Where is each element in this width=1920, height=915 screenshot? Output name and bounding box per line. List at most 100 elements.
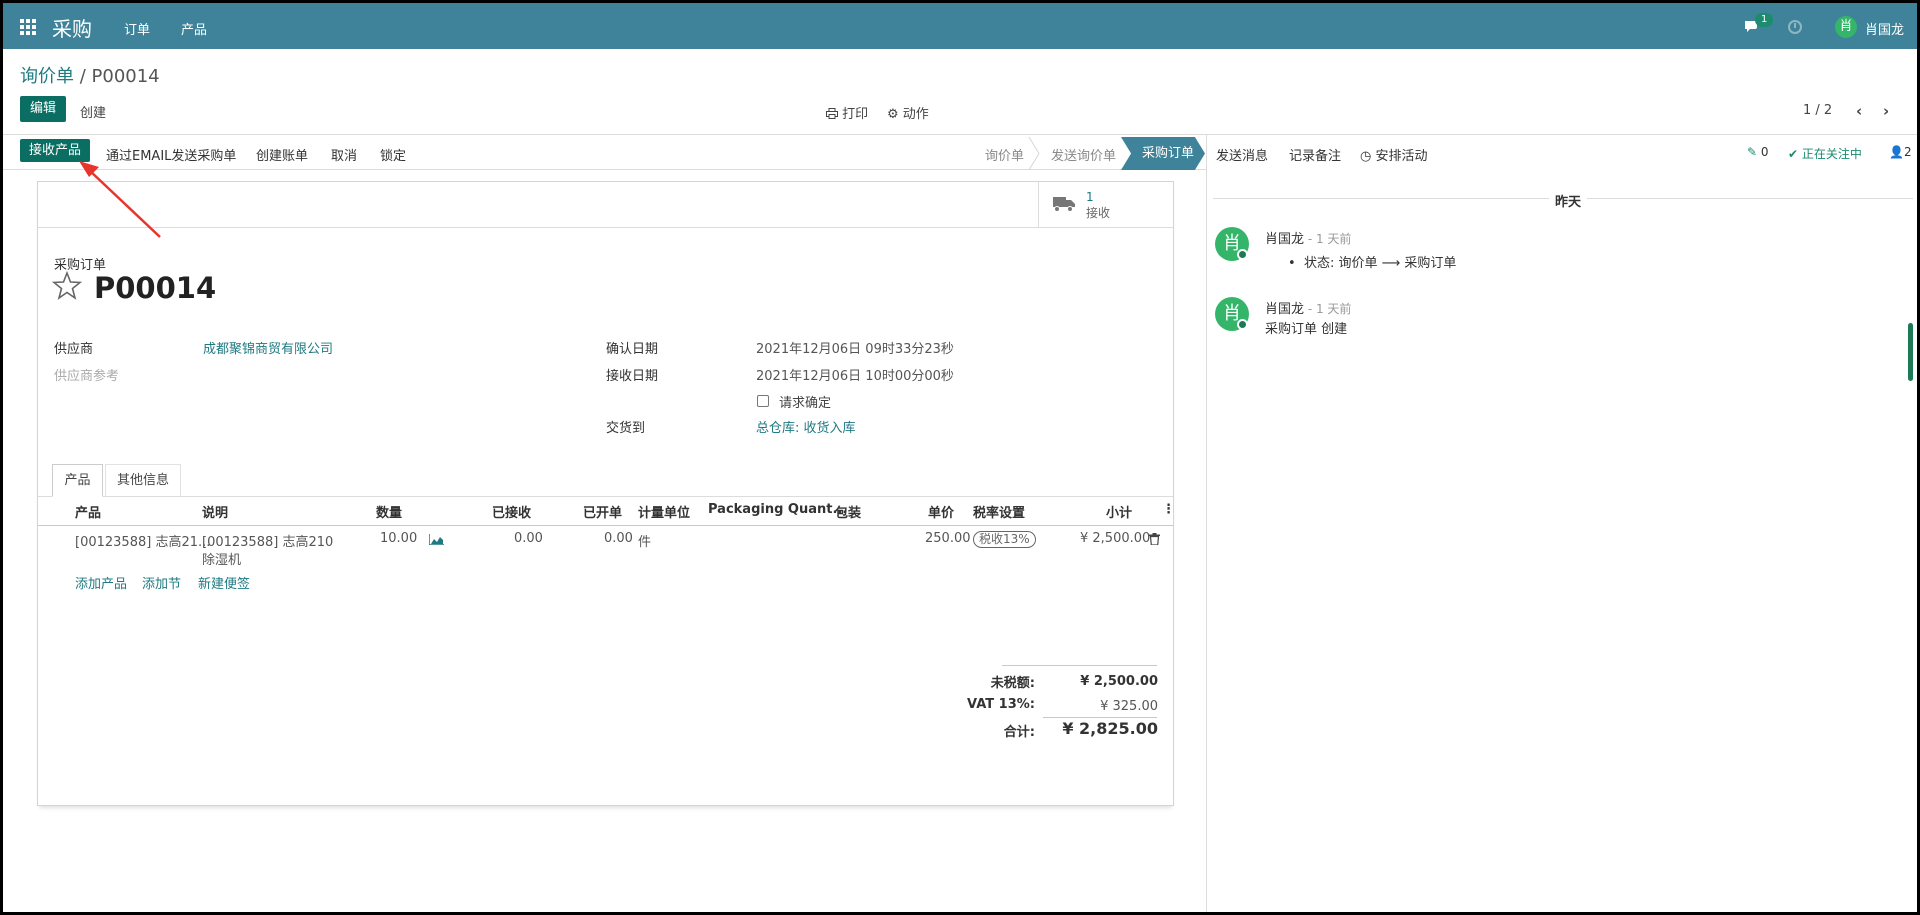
create-bill-button[interactable]: 创建账单 [256, 145, 308, 164]
tax-badge[interactable]: 税收13% [973, 531, 1036, 548]
app-window: 采购 订单 产品 1 肖 肖国龙 询价单 / P00014 编辑 创建 打印 ⚙… [3, 3, 1917, 912]
breadcrumb-parent[interactable]: 询价单 [20, 66, 74, 87]
stage-separator [1028, 137, 1040, 170]
col-subtotal[interactable]: 小计 [1106, 502, 1132, 521]
cell-product[interactable]: [00123588] 志高21... [75, 531, 210, 550]
total-value: ¥ 2,825.00 [1062, 719, 1158, 738]
column-options-icon[interactable]: ⋮ [1162, 502, 1175, 517]
ask-confirmation-checkbox[interactable] [757, 395, 769, 407]
cell-description-line2[interactable]: 除湿机 [202, 549, 241, 568]
deliver-to-field[interactable]: 总仓库: 收货入库 [756, 417, 856, 436]
trash-icon[interactable] [1149, 533, 1160, 545]
star-icon[interactable] [52, 271, 82, 301]
col-unit-price[interactable]: 单价 [928, 502, 954, 521]
col-product[interactable]: 产品 [75, 502, 101, 521]
message-body: • 状态: 询价单 ⟶ 采购订单 [1288, 252, 1456, 271]
cell-billed[interactable]: 0.00 [604, 531, 633, 546]
cell-received[interactable]: 0.00 [514, 531, 543, 546]
action-button[interactable]: ⚙ 动作 [887, 103, 929, 122]
col-packaging[interactable]: 包装 [835, 502, 861, 521]
online-status-dot [1237, 249, 1248, 260]
top-navbar: 采购 订单 产品 1 肖 肖国龙 [3, 3, 1917, 49]
activity-clock-icon[interactable] [1788, 20, 1802, 34]
header-underline [38, 525, 1173, 526]
edit-button[interactable]: 编辑 [20, 96, 67, 122]
receipt-date-field[interactable]: 2021年12月06日 10时00分00秒 [756, 365, 954, 384]
author-name[interactable]: 肖国龙 [1265, 232, 1304, 247]
author-name[interactable]: 肖国龙 [1265, 302, 1304, 317]
pager-previous-icon[interactable]: ‹ [1856, 102, 1862, 120]
col-packaging-qty[interactable]: Packaging Quant... [708, 502, 847, 517]
col-billed[interactable]: 已开单 [583, 502, 622, 521]
pager-next-icon[interactable]: › [1883, 102, 1889, 120]
stage-rfq-sent[interactable]: 发送询价单 [1051, 145, 1116, 164]
menu-orders[interactable]: 订单 [124, 19, 150, 38]
log-note-button[interactable]: 记录备注 [1289, 145, 1341, 164]
attachments-button[interactable]: ✎ 0 [1747, 145, 1769, 159]
follow-button[interactable]: ✔ 正在关注中 [1788, 145, 1862, 162]
add-note-link[interactable]: 新建便签 [198, 573, 250, 592]
add-product-link[interactable]: 添加产品 [75, 573, 127, 592]
apps-menu-icon[interactable] [20, 19, 36, 35]
user-name[interactable]: 肖国龙 [1865, 19, 1904, 38]
vat-value: ¥ 325.00 [1100, 699, 1158, 714]
col-uom[interactable]: 计量单位 [638, 502, 690, 521]
cell-quantity[interactable]: 10.00 [380, 531, 417, 546]
receive-products-button[interactable]: 接收产品 [20, 139, 91, 162]
receipts-smart-button[interactable]: 1 接收 [1038, 182, 1173, 227]
create-button[interactable]: 创建 [80, 102, 106, 121]
tracking-value: 状态: 询价单 ⟶ 采购订单 [1303, 256, 1457, 271]
form-sheet: 1 接收 采购订单 P00014 供应商 成都聚锦商贸有限公司 供应商参考 确认… [37, 181, 1175, 806]
followers-button[interactable]: 👤2 [1889, 145, 1912, 159]
online-status-dot [1237, 319, 1248, 330]
total-label: 合计: [1003, 725, 1035, 740]
send-message-button[interactable]: 发送消息 [1216, 145, 1268, 164]
col-quantity[interactable]: 数量 [376, 502, 402, 521]
message-author[interactable]: 肖国龙 - 1 天前 [1265, 228, 1351, 247]
menu-products[interactable]: 产品 [181, 19, 207, 38]
pager-value[interactable]: 1 / 2 [1803, 103, 1832, 118]
add-section-link[interactable]: 添加节 [142, 573, 181, 592]
gear-icon: ⚙ [887, 107, 899, 122]
col-description[interactable]: 说明 [202, 502, 228, 521]
send-po-by-email-button[interactable]: 通过EMAIL发送采购单 [106, 145, 236, 164]
vendor-reference-label: 供应商参考 [54, 369, 120, 384]
followers-count: 2 [1903, 145, 1912, 159]
lock-button[interactable]: 锁定 [380, 145, 406, 164]
col-taxes[interactable]: 税率设置 [973, 502, 1025, 521]
clock-icon: ◷ [1360, 149, 1372, 164]
cancel-button[interactable]: 取消 [331, 145, 357, 164]
cell-uom[interactable]: 件 [638, 531, 651, 550]
message-time: - 1 天前 [1304, 232, 1352, 246]
user-icon: 👤 [1889, 145, 1904, 159]
app-brand[interactable]: 采购 [52, 13, 92, 42]
forecast-chart-icon[interactable] [429, 534, 444, 545]
confirmation-date-field[interactable]: 2021年12月06日 09时33分23秒 [756, 338, 954, 357]
vat-label: VAT 13%: [967, 697, 1035, 712]
total-border [1043, 717, 1157, 718]
divider [3, 169, 1206, 170]
vendor-field[interactable]: 成都聚锦商贸有限公司 [203, 338, 333, 357]
breadcrumb-current: P00014 [91, 66, 160, 87]
divider [3, 134, 1917, 135]
user-avatar[interactable]: 肖 [1835, 16, 1857, 38]
stage-purchase-order[interactable]: 采购订单 [1121, 137, 1205, 170]
tab-products[interactable]: 产品 [52, 464, 103, 497]
tabs-underline [38, 496, 1173, 497]
deliver-to-label: 交货到 [606, 421, 646, 436]
day-separator: 昨天 [1549, 191, 1588, 210]
document-name: P00014 [94, 271, 217, 305]
cell-unit-price[interactable]: 250.00 [925, 531, 971, 546]
confirmation-date-label: 确认日期 [606, 342, 659, 357]
scrollbar-thumb[interactable] [1908, 323, 1913, 381]
message-author[interactable]: 肖国龙 - 1 天前 [1265, 298, 1351, 317]
print-button[interactable]: 打印 [826, 103, 868, 122]
print-icon [826, 108, 838, 119]
tab-other-info[interactable]: 其他信息 [105, 464, 181, 496]
schedule-activity-button[interactable]: ◷ 安排活动 [1360, 145, 1428, 164]
print-label: 打印 [842, 107, 869, 122]
col-received[interactable]: 已接收 [492, 502, 531, 521]
cell-description-line1[interactable]: [00123588] 志高210 [202, 531, 333, 550]
stage-rfq[interactable]: 询价单 [985, 145, 1024, 164]
totals-top-border [1002, 665, 1157, 666]
